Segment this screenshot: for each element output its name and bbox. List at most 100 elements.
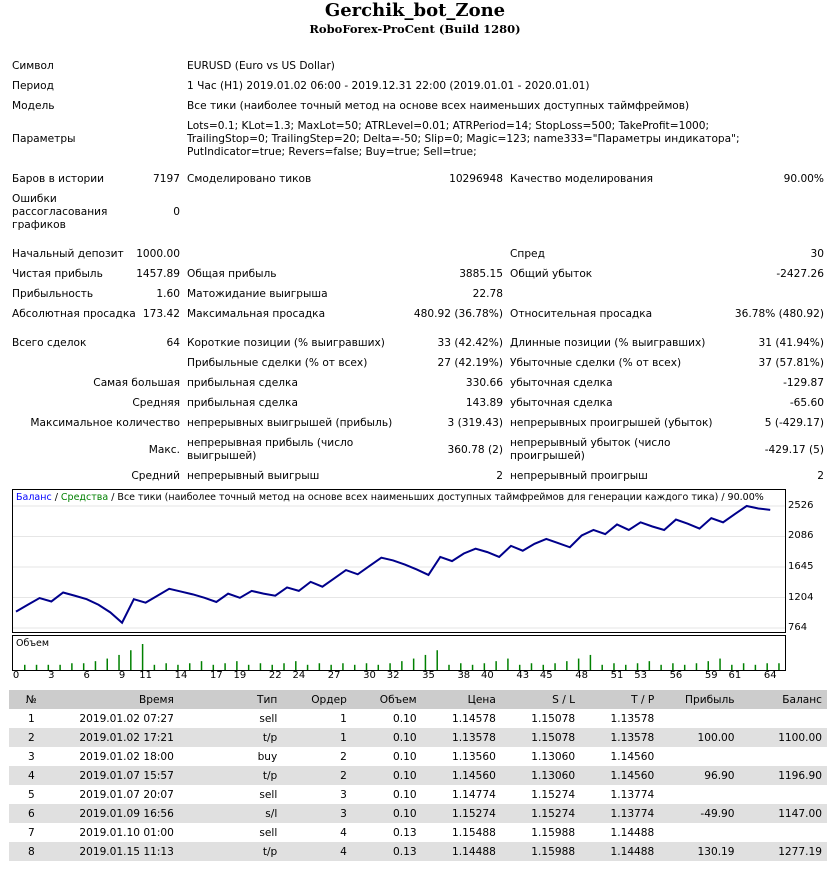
table-cell: 1147.00 (739, 804, 827, 823)
model-value: Все тики (наиболее точный метод на основ… (187, 100, 690, 112)
average-profit-label: прибыльная сделка (187, 397, 298, 409)
table-cell: 1.15078 (500, 728, 581, 747)
max-count-label: Максимальное количество (30, 417, 180, 429)
table-cell: 1100.00 (739, 728, 827, 747)
table-cell (739, 785, 827, 804)
y-tick-label-3: 1204 (788, 591, 814, 603)
avg-consecutive-wins-label: непрерывный выигрыш (187, 470, 320, 482)
table-cell: sell (178, 823, 283, 842)
volume-bar (118, 654, 120, 670)
x-tick-label-16: 43 (516, 670, 530, 681)
avg-consecutive-losses-label: непрерывный проигрыш (510, 470, 648, 482)
column-header: Баланс (739, 690, 827, 709)
volume-bar (695, 663, 698, 670)
volume-bar (577, 658, 580, 670)
x-tick-label-3: 9 (118, 670, 126, 681)
x-tick-label-1: 3 (48, 670, 55, 681)
table-cell: 2019.01.09 16:56 (53, 804, 179, 823)
volume-bar (613, 663, 615, 670)
volume-bar (507, 658, 509, 670)
max-profit-value: 360.78 (2) (447, 444, 503, 456)
y-tick-label-2: 1645 (788, 561, 814, 572)
table-row: 3 2019.01.02 18:00 buy 2 0.10 1.13560 1.13060 1… (9, 747, 827, 766)
table-cell (739, 823, 827, 842)
table-cell: 1.14578 (421, 709, 501, 728)
long-positions-value: 31 (41.94%) (758, 337, 824, 349)
volume-bar (707, 661, 710, 670)
table-row: 4 2019.01.07 15:57 t/p 2 0.10 1.14560 1.13060 1… (9, 766, 827, 785)
table-cell (659, 747, 740, 766)
quality-value: 90.00% (783, 173, 824, 185)
table-cell: 1.14488 (580, 823, 660, 842)
table-cell: 4 (282, 823, 352, 842)
average-loss-value: -65.60 (789, 397, 824, 409)
average-label: Средняя (132, 397, 180, 409)
max-profit-label: непрерывная прибыль (число выигрышей) (187, 437, 354, 462)
max-count-wins-value: 3 (319.43) (447, 417, 503, 429)
errors-value: 0 (173, 206, 180, 218)
table-header-row: № Время Тип Ордер Объем Цена S / LT / P Прибыль… (9, 690, 827, 709)
legend-separator: / (51, 492, 61, 503)
x-tick-label-19: 51 (610, 670, 624, 681)
table-cell: 1 (282, 728, 352, 747)
table-cell: 4 (282, 842, 352, 861)
x-tick-label-4: 11 (139, 670, 152, 681)
bars-value: 7197 (153, 173, 180, 185)
volume-bar (71, 663, 73, 670)
period-value: 1 Час (H1) 2019.01.02 06:00 - 2019.12.31… (187, 80, 590, 92)
balance-chart: Баланс / Средства / Все тики (наиболее т… (12, 489, 786, 633)
table-cell: t/p (178, 766, 283, 785)
volume-bar (754, 664, 757, 670)
volume-bar (353, 664, 356, 670)
legend-balance: Баланс (16, 492, 52, 503)
bars-label: Баров в истории (12, 173, 105, 185)
ticks-label: Смоделировано тиков (187, 173, 312, 185)
deposit-value: 1000.00 (136, 248, 180, 260)
model-label: Модель (12, 100, 55, 112)
volume-bar (589, 654, 592, 670)
volume-bar (648, 661, 651, 670)
balance-line (15, 504, 771, 625)
largest-loss-label: убыточная сделка (510, 377, 613, 389)
table-row: 2 2019.01.02 17:21 t/p 1 0.10 1.13578 1.15078 1… (9, 728, 827, 747)
table-cell: 1277.19 (739, 842, 827, 861)
average-loss-label: убыточная сделка (510, 397, 613, 409)
symbol-label: Символ (12, 60, 54, 72)
table-cell: 2019.01.07 20:07 (53, 785, 179, 804)
table-cell: 1.13578 (580, 728, 660, 747)
max-drawdown-value: 480.92 (36.78%) (413, 308, 503, 320)
profit-trades-value: 27 (42.19%) (437, 357, 503, 369)
volume-bar (483, 663, 486, 670)
ticks-value: 10296948 (449, 173, 503, 185)
rel-drawdown-value: 36.78% (480.92) (734, 308, 824, 320)
balance-chart-svg (13, 504, 785, 629)
y-tick-label-0: 2526 (788, 500, 814, 511)
volume-bar (495, 661, 497, 670)
params-label: Параметры (12, 133, 76, 145)
short-positions-value: 33 (42.42%) (437, 337, 503, 349)
table-cell: 1.13774 (580, 804, 660, 823)
profit-trades-label: Прибыльные сделки (% от всех) (187, 357, 368, 369)
column-header: Прибыль (659, 690, 740, 709)
x-tick-label-23: 61 (728, 670, 742, 681)
volume-bar (660, 664, 662, 670)
table-cell: 1.14560 (580, 766, 660, 785)
net-profit-label: Чистая прибыль (12, 268, 103, 280)
x-tick-label-12: 32 (386, 670, 400, 681)
table-cell: 5 (9, 785, 54, 804)
volume-bar (554, 663, 556, 670)
table-cell: 1.13060 (500, 747, 581, 766)
table-cell: 3 (9, 747, 54, 766)
total-trades-value: 64 (166, 337, 180, 349)
volume-bar (106, 658, 108, 670)
max-loss-label: непрерывный убыток (число проигрышей) (510, 437, 671, 462)
table-cell: 0.13 (351, 842, 422, 861)
largest-profit-value: 330.66 (465, 377, 503, 389)
table-cell: 3 (282, 785, 352, 804)
table-row: 6 2019.01.09 16:56 s/l 3 0.10 1.15274 1.15274 1… (9, 804, 827, 823)
table-cell: 1.15988 (500, 823, 581, 842)
volume-bar (141, 644, 144, 670)
avg-consecutive-losses-value: 2 (817, 470, 824, 482)
x-tick-label-7: 19 (233, 670, 247, 681)
table-cell: 2 (282, 766, 352, 785)
